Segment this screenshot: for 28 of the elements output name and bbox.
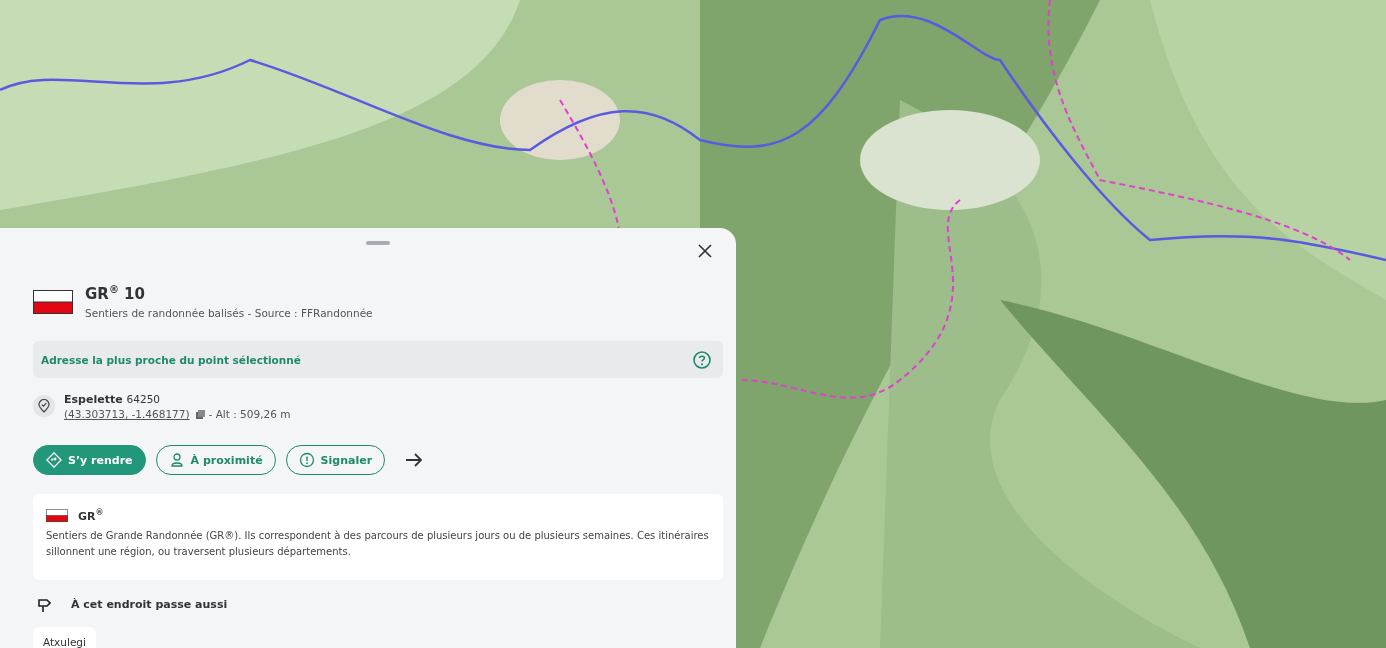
alert-icon xyxy=(298,452,315,468)
directions-icon xyxy=(46,452,62,468)
arrow-right-icon xyxy=(405,453,424,467)
place-name: Espelette xyxy=(64,392,123,407)
drag-handle[interactable] xyxy=(366,241,390,245)
flag-icon xyxy=(33,289,73,314)
route-title: GR$^{®}$ 10 xyxy=(85,284,146,303)
route-source: Sentiers de randonnée balisés - Source : FFRandonnée xyxy=(85,307,373,319)
altitude: - Alt : 509,26 m xyxy=(208,407,291,422)
report-button[interactable]: Signaler xyxy=(285,445,386,475)
signpost-icon xyxy=(37,596,51,613)
coordinates-link[interactable]: (43.303713, -1.468177) xyxy=(64,407,190,422)
flag-icon xyxy=(46,508,68,522)
postcode: 64250 xyxy=(126,392,160,407)
card-description: Sentiers de Grande Randonnée (GR®). Ils correspondent à des parcours de plusieurs jours ou de plusieurs semaines. Ces itinéraires sillonnent une région, ou traversent plusieurs départements. xyxy=(46,528,710,559)
passes-heading: À cet endroit passe aussi xyxy=(71,598,228,612)
person-icon xyxy=(168,452,185,468)
route-chip[interactable]: Atxulegi xyxy=(33,626,96,648)
help-button[interactable] xyxy=(693,350,711,369)
close-button[interactable] xyxy=(698,244,712,258)
copy-icon xyxy=(195,410,205,419)
nearby-button[interactable]: À proximité xyxy=(155,445,276,475)
location-pin-icon xyxy=(33,395,55,417)
directions-button[interactable]: S’y rendre xyxy=(33,445,146,475)
card-title: GR$^{®}$ xyxy=(78,508,104,523)
help-icon xyxy=(693,350,711,369)
close-icon xyxy=(698,244,712,258)
banner-text: Adresse la plus proche du point sélectionné xyxy=(41,353,301,366)
